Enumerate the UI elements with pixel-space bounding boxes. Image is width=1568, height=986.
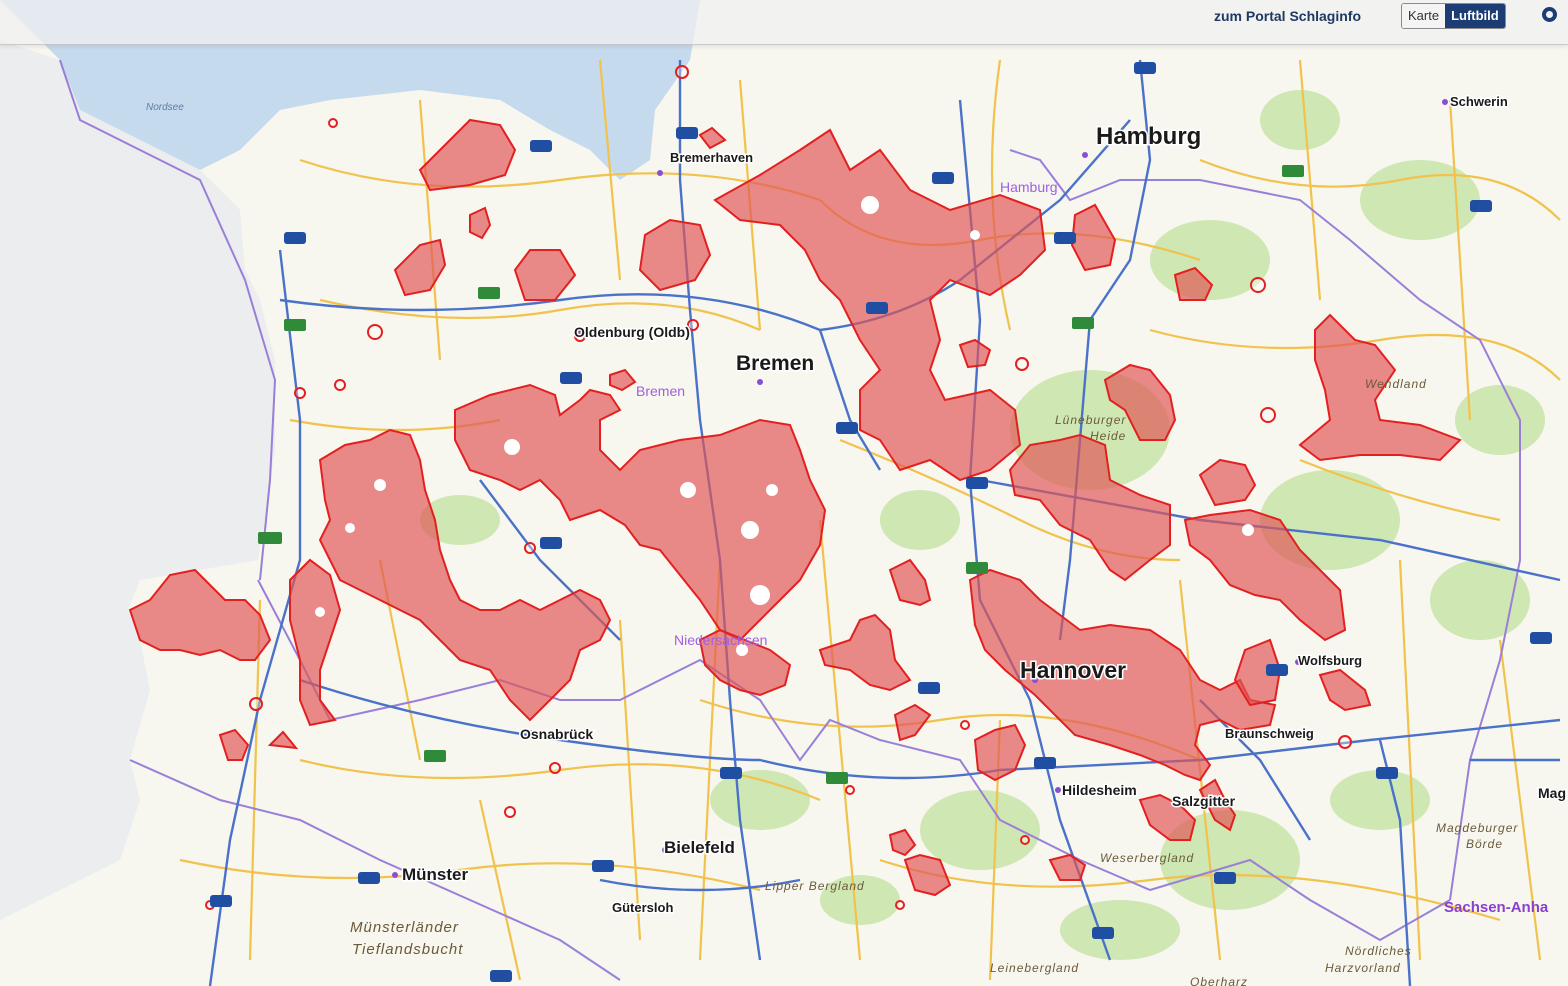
region-label-heide: Heide (1090, 429, 1126, 443)
city-label-bremen: Bremen (736, 352, 814, 375)
state-label-bremen: Bremen (636, 383, 685, 399)
state-label-sachsen-anhalt: Sachsen-Anha (1444, 899, 1549, 916)
region-label-magdeburger: Magdeburger (1436, 821, 1518, 835)
region-label-oberharz: Oberharz (1190, 975, 1248, 986)
region-label-lipper-bergland: Lipper Bergland (765, 879, 865, 893)
city-label-braunschweig: Braunschweig (1225, 726, 1314, 741)
view-toggle: Karte Luftbild (1401, 3, 1506, 29)
city-label-hannover: Hannover (1020, 657, 1126, 683)
view-luftbild-button[interactable]: Luftbild (1445, 4, 1505, 28)
city-label-bielefeld: Bielefeld (664, 838, 735, 857)
city-label-schwerin: Schwerin (1450, 94, 1508, 109)
globe-icon[interactable] (1542, 7, 1557, 22)
city-label-wolfsburg: Wolfsburg (1298, 653, 1362, 668)
city-label-bremerhaven: Bremerhaven (670, 150, 753, 165)
region-label-wendland: Wendland (1365, 377, 1427, 391)
city-label-guetersloh: Gütersloh (612, 900, 673, 915)
view-karte-button[interactable]: Karte (1402, 4, 1446, 28)
state-label-hamburg: Hamburg (1000, 179, 1058, 195)
map-canvas[interactable]: Hamburg Bremen Hannover Bremerhaven Olde… (0, 0, 1568, 986)
region-label-lueneburger: Lüneburger (1055, 413, 1126, 427)
top-toolbar: zum Portal Schlaginfo Karte Luftbild (0, 0, 1568, 45)
city-label-muenster: Münster (402, 865, 469, 884)
water-label-nordsee: Nordsee (146, 102, 184, 113)
portal-link[interactable]: zum Portal Schlaginfo (1214, 8, 1361, 24)
city-label-salzgitter: Salzgitter (1172, 793, 1236, 809)
region-label-noerdliches: Nördliches (1345, 944, 1412, 958)
region-label-boerde: Börde (1466, 837, 1503, 851)
region-label-tieflandsbucht: Tieflandsbucht (352, 941, 463, 958)
region-label-muensterlaender: Münsterländer (350, 919, 459, 936)
city-label-hildesheim: Hildesheim (1062, 782, 1137, 798)
state-label-niedersachsen: Niedersachsen (674, 632, 767, 648)
city-label-magdeburg: Mag (1538, 785, 1566, 801)
region-label-leinebergland: Leinebergland (990, 961, 1079, 975)
city-label-oldenburg: Oldenburg (Oldb) (574, 324, 690, 340)
region-label-weserbergland: Weserbergland (1100, 851, 1194, 865)
city-label-hamburg: Hamburg (1096, 123, 1201, 150)
city-label-osnabrueck: Osnabrück (520, 726, 593, 742)
region-label-harzvorland: Harzvorland (1325, 961, 1401, 975)
